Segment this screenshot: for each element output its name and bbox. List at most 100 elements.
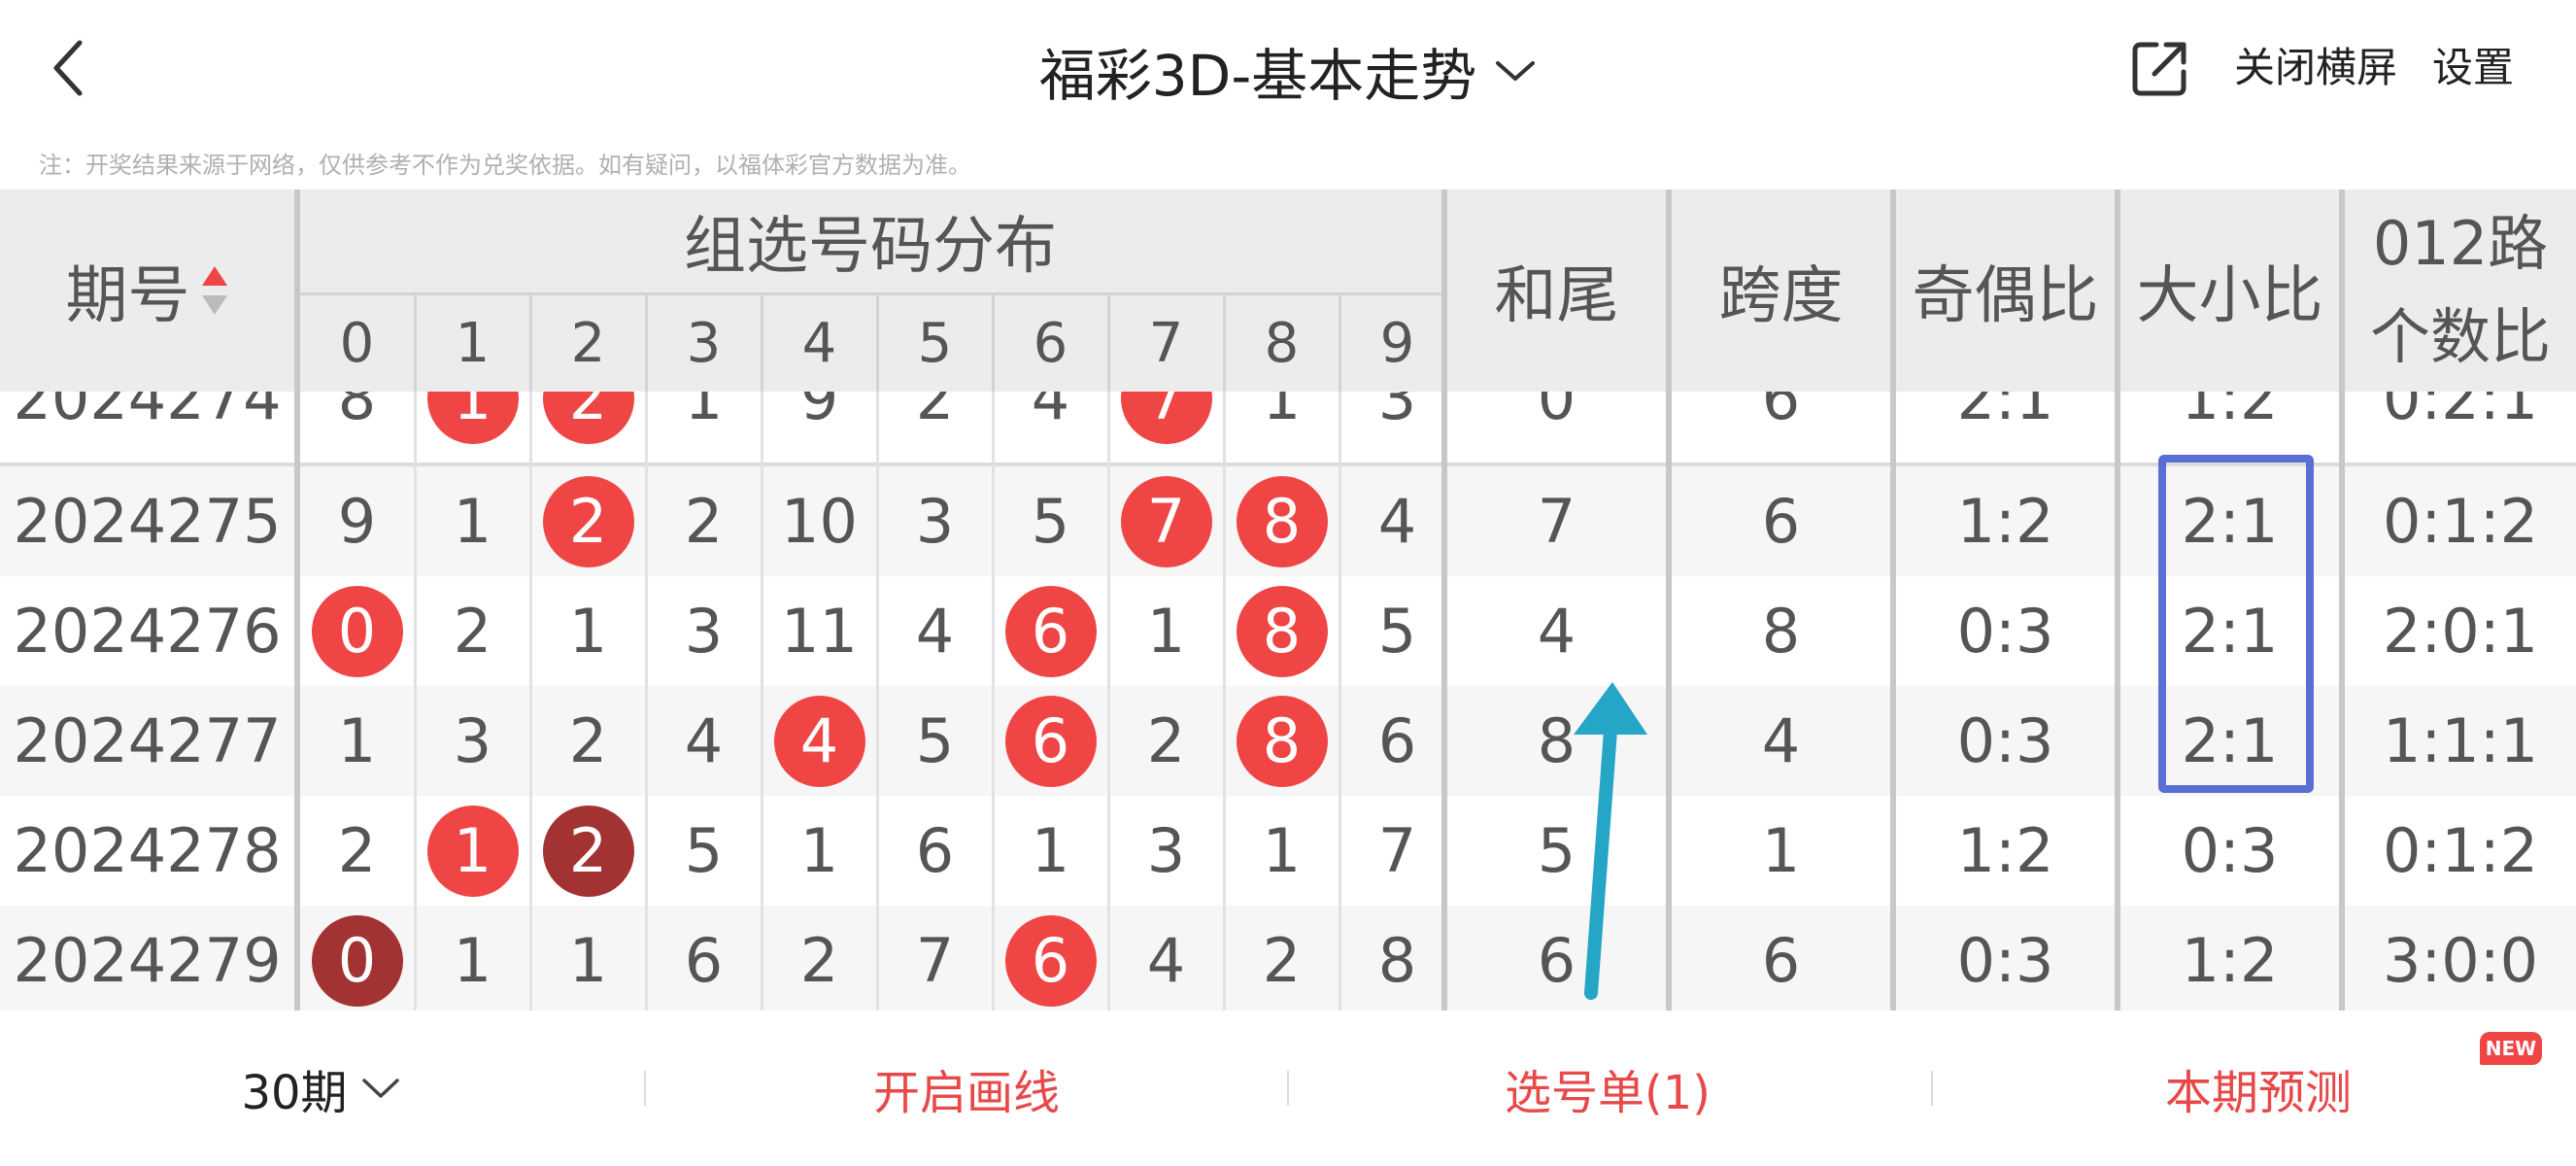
odd-even-cell: 0:3 <box>1956 705 2054 776</box>
drawn-number-ball: 2 <box>542 805 634 897</box>
sum-tail-header: 和尾 <box>1494 260 1619 332</box>
digit-header-2: 2 <box>570 311 606 375</box>
digit-cell-6: 1 <box>1031 815 1070 886</box>
digit-header-0: 0 <box>339 311 375 375</box>
period-cell: 2024275 <box>13 486 282 557</box>
predict-button[interactable]: 本期预测 <box>2069 1049 2448 1127</box>
span-cell: 6 <box>1761 925 1801 996</box>
share-icon <box>2132 42 2186 96</box>
period-cell: 2024279 <box>13 925 282 996</box>
digit-header-5: 5 <box>917 311 953 375</box>
annotation-arrow-icon <box>1574 682 1647 1000</box>
back-arrow-icon <box>53 40 83 96</box>
digit-cell-8: 8 <box>1224 466 1339 576</box>
big-small-header: 大小比 <box>2136 260 2323 332</box>
sum-tail-cell: 7 <box>1537 486 1576 557</box>
share-button[interactable] <box>2127 37 2191 101</box>
digit-cell-4: 11 <box>781 596 858 667</box>
digit-cell-4: 1 <box>799 815 839 886</box>
period-count-label: 30期 <box>241 1066 348 1120</box>
digit-cell-8: 8 <box>1224 686 1339 796</box>
span-cell: 8 <box>1761 596 1801 667</box>
distribution-header: 组选号码分布 <box>684 211 1057 283</box>
digit-cell-3: 5 <box>684 815 724 886</box>
digit-header-7: 7 <box>1148 311 1184 375</box>
draw-lines-button[interactable]: 开启画线 <box>777 1049 1156 1127</box>
period-count-selector[interactable]: 30期 <box>175 1049 466 1127</box>
digit-cell-6: 6 <box>993 686 1108 796</box>
digit-cell-5: 7 <box>915 925 955 996</box>
digit-cell-0: 1 <box>337 705 377 776</box>
digit-cell-3: 3 <box>684 596 724 667</box>
digit-cell-9: 7 <box>1377 815 1417 886</box>
drawn-number-ball: 6 <box>1004 695 1097 787</box>
table-header: 期号 组选号码分布 和尾 跨度 奇偶比 大小比 012路 个数比 0 1 2 3 4 5 6… <box>0 189 2576 392</box>
route-012-cell: 1:1:1 <box>2382 705 2539 776</box>
drawn-number-ball: 1 <box>426 805 519 897</box>
drawn-number-ball: 0 <box>311 914 403 1007</box>
digit-cell-0: 0 <box>299 906 415 1011</box>
drawn-number-ball: 2 <box>542 475 634 567</box>
digit-cell-4: 2 <box>799 925 839 996</box>
digit-header-3: 3 <box>686 311 722 375</box>
digit-cell-9: 6 <box>1377 705 1417 776</box>
digit-header-8: 8 <box>1264 311 1300 375</box>
route-012-cell: 0:1:2 <box>2382 486 2539 557</box>
route-012-header: 012路 个数比 <box>2345 189 2576 392</box>
digit-cell-7: 3 <box>1146 815 1186 886</box>
digit-cell-2: 1 <box>568 925 608 996</box>
odd-even-cell: 1:2 <box>1956 486 2054 557</box>
span-cell: 4 <box>1761 705 1801 776</box>
digit-cell-1: 3 <box>453 705 492 776</box>
route-012-cell: 2:0:1 <box>2382 596 2539 667</box>
digit-header-9: 9 <box>1379 311 1415 375</box>
digit-cell-6: 6 <box>993 906 1108 1011</box>
digit-cell-2: 2 <box>530 466 646 576</box>
drawn-number-ball: 8 <box>1236 475 1328 567</box>
odd-even-cell: 0:3 <box>1956 925 2054 996</box>
digit-cell-2: 2 <box>568 705 608 776</box>
drawn-number-ball: 7 <box>1120 475 1212 567</box>
disclaimer-note: 注：开奖结果来源于网络，仅供参考不作为兑奖依据。如有疑问，以福体彩官方数据为准。 <box>39 152 971 179</box>
picklist-button[interactable]: 选号单(1) <box>1418 1049 1797 1127</box>
digit-cell-7: 7 <box>1108 466 1224 576</box>
digit-cell-8: 2 <box>1262 925 1302 996</box>
period-cell: 2024278 <box>13 815 282 886</box>
odd-even-header: 奇偶比 <box>1912 260 2099 332</box>
digit-cell-9: 5 <box>1377 596 1417 667</box>
drawn-number-ball: 8 <box>1236 695 1328 787</box>
chevron-down-icon <box>361 1079 399 1098</box>
route-012-header-line2: 个数比 <box>2369 301 2551 372</box>
title-dropdown[interactable]: 福彩3D-基本走势 <box>1039 30 1538 112</box>
route-012-header-line1: 012路 <box>2372 208 2549 279</box>
digit-cell-3: 4 <box>684 705 724 776</box>
route-012-cell: 0:1:2 <box>2382 815 2539 886</box>
span-header: 跨度 <box>1718 260 1844 332</box>
bottom-bar: 30期 开启画线 选号单(1) 本期预测 NEW <box>0 1011 2576 1166</box>
digit-cell-1: 1 <box>453 925 492 996</box>
digit-cell-1: 1 <box>453 486 492 557</box>
digit-cell-0: 0 <box>299 576 415 686</box>
page-title: 福彩3D-基本走势 <box>1038 43 1477 109</box>
odd-even-cell: 1:2 <box>1956 815 2054 886</box>
digit-cell-8: 8 <box>1224 576 1339 686</box>
trend-table: 2024274 8 1 2 1 9 2 4 7 1 3 0 6 2:1 1:2 0:2:1 2024275 9 1 2… <box>0 189 2576 1011</box>
digit-header-4: 4 <box>801 311 837 375</box>
period-header[interactable]: 期号 <box>0 189 294 392</box>
drawn-number-ball: 0 <box>311 585 403 677</box>
drawn-number-ball: 4 <box>773 695 865 787</box>
digit-cell-4: 4 <box>762 686 877 796</box>
settings-button[interactable]: 设置 <box>2432 39 2514 97</box>
digit-cell-6: 6 <box>993 576 1108 686</box>
digit-cell-7: 1 <box>1146 596 1186 667</box>
period-header-label: 期号 <box>65 260 190 332</box>
drawn-number-ball: 6 <box>1004 585 1097 677</box>
close-landscape-button[interactable]: 关闭横屏 <box>2234 39 2397 97</box>
back-button[interactable] <box>39 29 97 107</box>
new-badge: NEW <box>2480 1032 2542 1065</box>
digit-header-1: 1 <box>455 311 491 375</box>
top-bar: 福彩3D-基本走势 关闭横屏 设置 注：开奖结果来源于网络，仅供参考不作为兑奖依… <box>0 0 2576 179</box>
digit-cell-5: 4 <box>915 596 955 667</box>
digit-cell-9: 8 <box>1377 925 1417 996</box>
big-small-cell: 1:2 <box>2181 925 2279 996</box>
